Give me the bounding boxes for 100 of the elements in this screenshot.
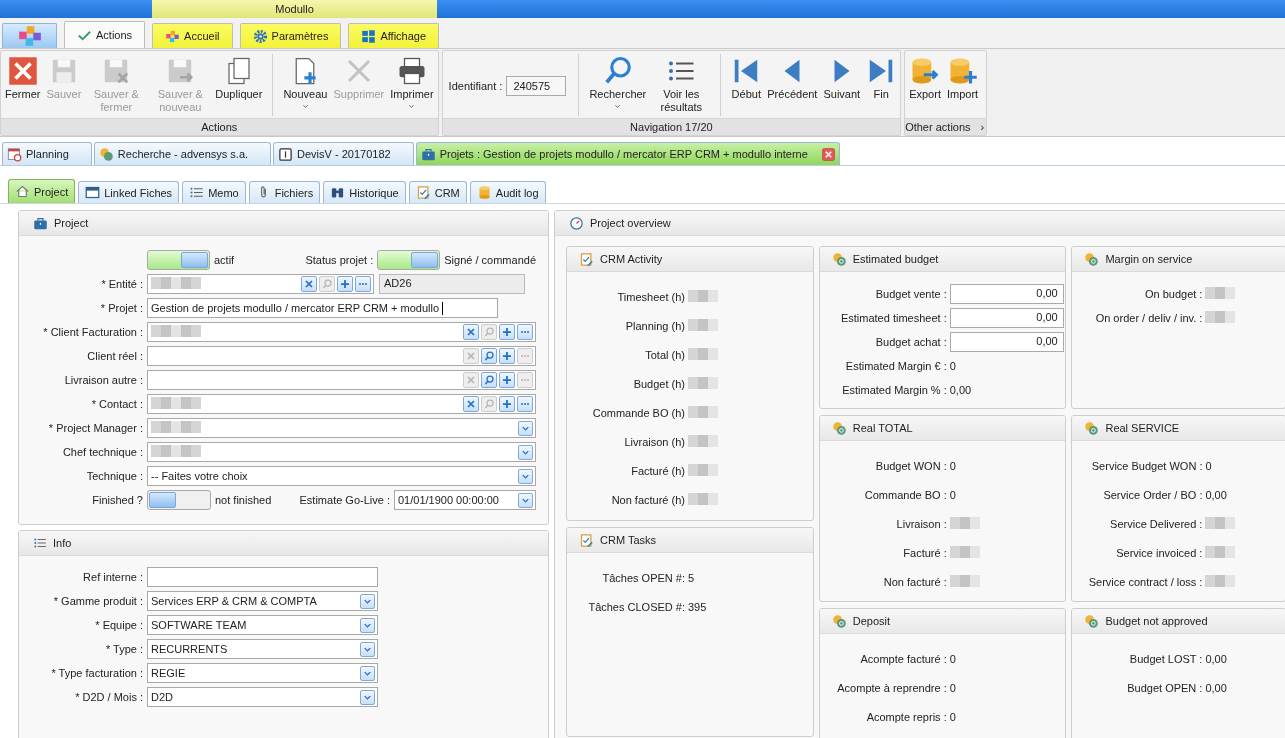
- ribbon-button[interactable]: Suivant: [821, 54, 863, 103]
- add-button[interactable]: [499, 348, 515, 364]
- toggle-switch[interactable]: [377, 250, 441, 270]
- tab[interactable]: CRM: [408, 181, 467, 203]
- ribbon-button[interactable]: Fermer: [3, 54, 43, 103]
- tab[interactable]: Fichiers: [248, 181, 321, 203]
- dropdown-button[interactable]: [360, 689, 375, 705]
- field-value: REGIE: [151, 667, 186, 679]
- ribbon-tab[interactable]: Actions: [64, 21, 146, 48]
- ribbon-tab[interactable]: Accueil: [152, 23, 233, 48]
- dropdown-field[interactable]: REGIE: [147, 663, 378, 683]
- search-button[interactable]: [481, 372, 497, 388]
- clear-button[interactable]: [463, 324, 479, 340]
- ribbon-button[interactable]: Export: [907, 54, 943, 103]
- launcher-button[interactable]: ›: [978, 121, 987, 133]
- more-button[interactable]: [517, 396, 533, 412]
- briefcase-icon: [420, 146, 436, 162]
- dropdown-field[interactable]: Services ERP & CRM & COMPTA: [147, 591, 378, 611]
- dropdown-button[interactable]: [518, 444, 533, 460]
- tab[interactable]: Historique: [323, 181, 406, 203]
- add-button[interactable]: [499, 396, 515, 412]
- dropdown-field[interactable]: RECURRENTS: [147, 639, 378, 659]
- close-button[interactable]: [821, 147, 835, 161]
- add-button[interactable]: [337, 276, 353, 292]
- card-title: CRM Activity: [600, 253, 663, 265]
- dropdown-field[interactable]: D2D: [147, 687, 378, 707]
- database-arrow-icon: [910, 56, 941, 86]
- field-value: 0: [949, 360, 956, 372]
- toggle-switch[interactable]: [147, 250, 210, 270]
- dropdown-button[interactable]: [360, 593, 375, 609]
- field-label: Commande BO (h): [591, 406, 686, 419]
- ribbon-tab[interactable]: Affichage: [348, 23, 440, 48]
- ribbon-button[interactable]: Dupliquer: [213, 54, 265, 103]
- more-button[interactable]: [517, 324, 533, 340]
- ribbon-button[interactable]: Import: [944, 54, 981, 103]
- toggle-label: not finished: [214, 494, 272, 506]
- search-button[interactable]: [481, 348, 497, 364]
- document-tab[interactable]: Projets : Gestion de projets modullo / mercator ERP CRM + modullo interne: [415, 142, 840, 165]
- dropdown-button[interactable]: [518, 492, 533, 508]
- card-title: Estimated budget: [852, 253, 939, 265]
- number-field[interactable]: 0,00: [949, 332, 1064, 352]
- lookup-field[interactable]: [147, 370, 536, 390]
- field-label: On budget :: [1143, 288, 1204, 300]
- document-tab[interactable]: Recherche - advensys s.a.: [93, 142, 272, 165]
- text-field[interactable]: Gestion de projets modullo / mercator ERP CRM + modullo: [147, 298, 498, 318]
- lookup-field[interactable]: [147, 346, 536, 366]
- ribbon-tab[interactable]: [2, 23, 57, 48]
- tab[interactable]: Linked Fiches: [78, 181, 180, 203]
- toggle-switch[interactable]: [147, 490, 211, 510]
- field-label: Budget LOST :: [1128, 652, 1204, 665]
- dropdown-field[interactable]: SOFTWARE TEAM: [147, 615, 378, 635]
- field-label: Planning (h): [624, 319, 686, 332]
- ribbon-button[interactable]: Nouveau: [281, 54, 330, 112]
- lookup-field[interactable]: [147, 274, 374, 294]
- dropdown-field[interactable]: [147, 418, 536, 438]
- field-label: * Client Facturation :: [42, 326, 144, 338]
- ribbon-button[interactable]: Fin: [864, 54, 899, 103]
- dropdown-field[interactable]: -- Faites votre choix: [147, 466, 536, 486]
- card-title: Margin on service: [1105, 253, 1193, 265]
- more-button[interactable]: [355, 276, 371, 292]
- document-tab[interactable]: Planning: [2, 142, 92, 165]
- field-label: Estimated Margin % :: [841, 384, 948, 396]
- gauge-icon: [569, 215, 584, 231]
- close-icon: [821, 147, 835, 161]
- ribbon-button[interactable]: Imprimer: [388, 54, 436, 112]
- clipboard-check-icon: [579, 532, 594, 548]
- clear-button[interactable]: [301, 276, 317, 292]
- field-label: Budget WON :: [874, 459, 948, 472]
- dropdown-button[interactable]: [518, 420, 533, 436]
- dropdown-field[interactable]: [147, 442, 536, 462]
- number-field[interactable]: 0,00: [949, 308, 1064, 328]
- add-button[interactable]: [499, 372, 515, 388]
- ribbon-button[interactable]: Voir les résultats: [650, 54, 713, 116]
- dropdown-button[interactable]: [360, 665, 375, 681]
- number-field[interactable]: 0,00: [949, 284, 1064, 304]
- lookup-field[interactable]: [147, 322, 536, 342]
- field-value: 0: [949, 710, 956, 723]
- ribbon-button[interactable]: Précédent: [765, 54, 820, 103]
- field-value: 0,00: [949, 384, 972, 396]
- field-label: Ref interne :: [82, 571, 144, 583]
- gear-icon: [252, 28, 268, 44]
- id-field[interactable]: 240575: [506, 76, 567, 96]
- tab[interactable]: Memo: [182, 181, 246, 203]
- add-button[interactable]: [499, 324, 515, 340]
- dropdown-button[interactable]: [518, 468, 533, 484]
- field-label: Client réel :: [86, 350, 144, 362]
- dropdown-button[interactable]: [360, 641, 375, 657]
- ribbon-button[interactable]: Début: [729, 54, 764, 103]
- document-tab[interactable]: DevisV - 20170182: [273, 142, 414, 165]
- ribbon-tab[interactable]: Paramètres: [239, 23, 342, 48]
- card-title: Budget not approved: [1105, 615, 1208, 627]
- date-field[interactable]: 01/01/1900 00:00:00: [394, 490, 536, 510]
- lookup-field[interactable]: [147, 394, 536, 414]
- dropdown-button[interactable]: [360, 617, 375, 633]
- tab[interactable]: Audit log: [469, 181, 546, 203]
- ribbon-button[interactable]: Rechercher: [587, 54, 649, 112]
- tab[interactable]: Project: [8, 179, 76, 203]
- clear-button[interactable]: [463, 396, 479, 412]
- field-label: * Type :: [104, 643, 144, 655]
- text-field[interactable]: [147, 567, 378, 587]
